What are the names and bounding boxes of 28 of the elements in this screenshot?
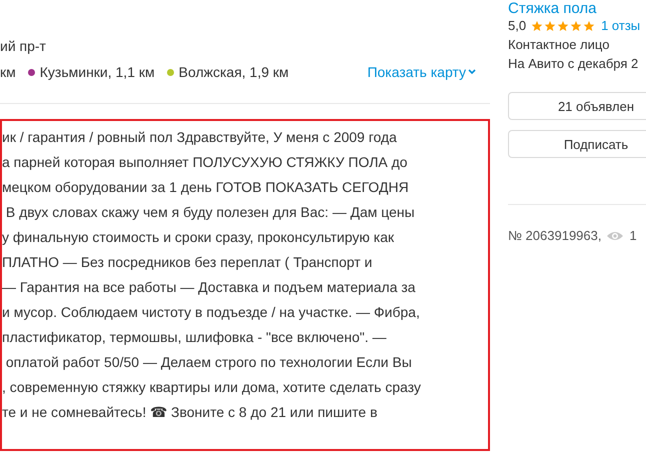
- contact-label: Контактное лицо: [508, 36, 610, 54]
- metro-station: Волжская, 1,9 км: [178, 63, 289, 82]
- description-line: и мусор. Соблюдаем чистоту в подъезде / на участке. — Фибра,: [2, 303, 421, 322]
- view-count: 1: [629, 228, 637, 243]
- description-line: те и не сомневайтесь! ☎ Звоните с 8 до 21 или пишите в: [2, 403, 378, 422]
- seller-name-link[interactable]: Стяжка пола: [508, 0, 646, 17]
- description-line: у финальную стоимость и сроки сразу, проконсультирую как: [2, 228, 395, 247]
- seller-button[interactable]: 21 объявлен: [508, 92, 646, 120]
- description-line: мецком оборудовании за 1 день ГОТОВ ПОКАЗАТЬ СЕГОДНЯ: [2, 178, 410, 197]
- address-text: ий пр-т: [0, 37, 47, 56]
- seller-button[interactable]: Подписать: [508, 130, 646, 158]
- description-line: , современную стяжку квартиры или дома, хотите сделать сразу: [2, 378, 422, 397]
- reviews-link[interactable]: 1 отзы: [601, 17, 640, 35]
- show-map-link[interactable]: Показать карту: [367, 62, 476, 82]
- description-line: а парней которая выполняет ПОЛУСУХУЮ СТЯЖКУ ПОЛА до: [2, 153, 408, 172]
- metro-station: км: [0, 63, 16, 82]
- description-line: — Гарантия на все работы — Доставка и подъем материала за: [2, 278, 416, 297]
- member-since: На Авито с декабря 2: [508, 55, 640, 73]
- eye-icon: [606, 230, 624, 242]
- chevron-down-icon: [468, 69, 476, 75]
- description-line: оплатой работ 50/50 — Делаем строго по технологии Если Вы: [4, 353, 413, 372]
- description-line: пластификатор, термошвы, шлифовка - "все включено". —: [2, 328, 388, 347]
- ad-number: № 2063919963,: [508, 228, 602, 243]
- metro-station: Кузьминки, 1,1 км: [40, 63, 155, 82]
- description-line: ПЛАТНО — Без посредников без переплат ( Транспорт и: [2, 253, 374, 272]
- description-line: ик / гарантия / ровный пол Здравствуйте, У меня с 2009 года: [2, 128, 398, 147]
- description-line: В двух словах скажу чем я буду полезен для Вас: — Дам цены: [4, 203, 416, 222]
- rating-value: 5,0: [508, 17, 526, 35]
